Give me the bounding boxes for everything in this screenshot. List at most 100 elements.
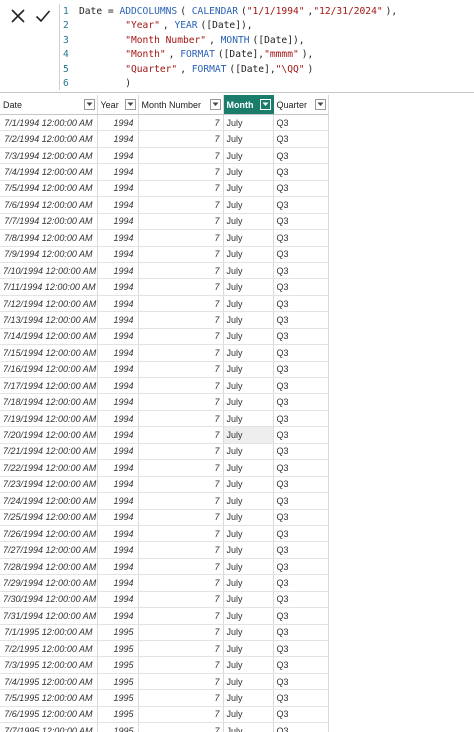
table-cell-year[interactable]: 1994 (97, 393, 139, 411)
table-cell-date[interactable]: 7/10/1994 12:00:00 AM (0, 262, 98, 280)
table-row[interactable]: 7/19/1994 12:00:00 AM 1994 7 July Q3 (0, 410, 329, 428)
table-cell-date[interactable]: 7/26/1994 12:00:00 AM (0, 525, 98, 543)
table-cell-mnum[interactable]: 7 (138, 262, 224, 280)
table-cell-qtr[interactable]: Q3 (273, 509, 329, 526)
table-cell-qtr[interactable]: Q3 (273, 591, 329, 609)
table-row[interactable]: 7/17/1994 12:00:00 AM 1994 7 July Q3 (0, 377, 329, 395)
table-cell-year[interactable]: 1995 (97, 689, 139, 707)
table-cell-year[interactable]: 1994 (97, 344, 139, 362)
table-cell-mnum[interactable]: 7 (138, 443, 224, 461)
table-cell-qtr[interactable]: Q3 (273, 541, 329, 559)
table-row[interactable]: 7/12/1994 12:00:00 AM 1994 7 July Q3 (0, 295, 329, 313)
table-cell-date[interactable]: 7/5/1995 12:00:00 AM (0, 689, 98, 707)
table-cell-date[interactable]: 7/7/1995 12:00:00 AM (0, 722, 98, 732)
table-row[interactable]: 7/16/1994 12:00:00 AM 1994 7 July Q3 (0, 361, 329, 379)
table-cell-mnum[interactable]: 7 (138, 640, 224, 658)
table-cell-year[interactable]: 1994 (97, 443, 139, 461)
table-cell-year[interactable]: 1994 (97, 262, 139, 280)
table-cell-month[interactable]: July (223, 262, 274, 280)
table-cell-qtr[interactable]: Q3 (273, 558, 329, 576)
table-cell-year[interactable]: 1994 (97, 114, 139, 132)
table-cell-year[interactable]: 1994 (97, 591, 139, 609)
table-row[interactable]: 7/5/1995 12:00:00 AM 1995 7 July Q3 (0, 689, 329, 707)
table-cell-qtr[interactable]: Q3 (273, 673, 329, 691)
table-row[interactable]: 7/26/1994 12:00:00 AM 1994 7 July Q3 (0, 525, 329, 543)
table-row[interactable]: 7/1/1995 12:00:00 AM 1995 7 July Q3 (0, 624, 329, 642)
filter-dropdown-icon[interactable] (209, 99, 221, 110)
table-cell-month[interactable]: July (223, 492, 274, 510)
table-cell-month[interactable]: July (223, 443, 274, 461)
table-cell-qtr[interactable]: Q3 (273, 295, 329, 313)
table-cell-mnum[interactable]: 7 (138, 591, 224, 609)
table-cell-qtr[interactable]: Q3 (273, 640, 329, 658)
table-cell-qtr[interactable]: Q3 (273, 114, 329, 132)
table-cell-month[interactable]: July (223, 624, 274, 642)
table-cell-month[interactable]: July (223, 476, 274, 494)
filter-dropdown-icon[interactable] (314, 99, 326, 110)
table-cell-mnum[interactable]: 7 (138, 673, 224, 691)
table-cell-year[interactable]: 1994 (97, 246, 139, 263)
table-cell-month[interactable]: July (223, 229, 274, 247)
table-cell-qtr[interactable]: Q3 (273, 624, 329, 642)
column-header-month-number[interactable]: Month Number (138, 95, 224, 115)
table-cell-date[interactable]: 7/3/1995 12:00:00 AM (0, 656, 98, 674)
table-cell-date[interactable]: 7/21/1994 12:00:00 AM (0, 443, 98, 461)
table-cell-month[interactable]: July (223, 706, 274, 724)
table-row[interactable]: 7/13/1994 12:00:00 AM 1994 7 July Q3 (0, 311, 329, 329)
table-row[interactable]: 7/9/1994 12:00:00 AM 1994 7 July Q3 (0, 246, 329, 263)
table-cell-mnum[interactable]: 7 (138, 147, 224, 165)
table-cell-month[interactable]: July (223, 130, 274, 148)
cancel-x-icon[interactable] (5, 3, 31, 29)
table-cell-qtr[interactable]: Q3 (273, 246, 329, 263)
table-cell-mnum[interactable]: 7 (138, 114, 224, 132)
table-cell-date[interactable]: 7/17/1994 12:00:00 AM (0, 377, 98, 395)
table-row[interactable]: 7/2/1995 12:00:00 AM 1995 7 July Q3 (0, 640, 329, 658)
table-cell-date[interactable]: 7/31/1994 12:00:00 AM (0, 607, 98, 625)
table-cell-mnum[interactable]: 7 (138, 393, 224, 411)
table-cell-month[interactable]: July (223, 673, 274, 691)
table-cell-mnum[interactable]: 7 (138, 295, 224, 313)
table-cell-mnum[interactable]: 7 (138, 558, 224, 576)
table-cell-month[interactable]: July (223, 656, 274, 674)
table-cell-mnum[interactable]: 7 (138, 344, 224, 362)
table-cell-month[interactable]: July (223, 163, 274, 181)
table-cell-month[interactable]: July (223, 213, 274, 231)
table-row[interactable]: 7/23/1994 12:00:00 AM 1994 7 July Q3 (0, 476, 329, 494)
table-cell-mnum[interactable]: 7 (138, 361, 224, 379)
table-cell-year[interactable]: 1994 (97, 311, 139, 329)
table-row[interactable]: 7/6/1994 12:00:00 AM 1994 7 July Q3 (0, 196, 329, 214)
table-cell-date[interactable]: 7/30/1994 12:00:00 AM (0, 591, 98, 609)
table-cell-date[interactable]: 7/9/1994 12:00:00 AM (0, 246, 98, 263)
table-row[interactable]: 7/30/1994 12:00:00 AM 1994 7 July Q3 (0, 591, 329, 609)
table-cell-year[interactable]: 1994 (97, 361, 139, 379)
table-cell-mnum[interactable]: 7 (138, 180, 224, 198)
table-cell-mnum[interactable]: 7 (138, 426, 224, 444)
table-cell-month[interactable]: July (223, 459, 274, 477)
table-cell-mnum[interactable]: 7 (138, 130, 224, 148)
table-row[interactable]: 7/6/1995 12:00:00 AM 1995 7 July Q3 (0, 706, 329, 724)
table-row[interactable]: 7/10/1994 12:00:00 AM 1994 7 July Q3 (0, 262, 329, 280)
table-cell-year[interactable]: 1994 (97, 476, 139, 494)
table-row[interactable]: 7/4/1994 12:00:00 AM 1994 7 July Q3 (0, 163, 329, 181)
table-cell-qtr[interactable]: Q3 (273, 443, 329, 461)
table-cell-mnum[interactable]: 7 (138, 196, 224, 214)
table-cell-year[interactable]: 1994 (97, 541, 139, 559)
table-cell-mnum[interactable]: 7 (138, 163, 224, 181)
table-cell-date[interactable]: 7/6/1995 12:00:00 AM (0, 706, 98, 724)
table-cell-date[interactable]: 7/4/1994 12:00:00 AM (0, 163, 98, 181)
table-cell-month[interactable]: July (223, 393, 274, 411)
table-cell-qtr[interactable]: Q3 (273, 344, 329, 362)
table-cell-qtr[interactable]: Q3 (273, 722, 329, 732)
table-cell-month[interactable]: July (223, 361, 274, 379)
column-header-quarter[interactable]: Quarter (273, 95, 329, 115)
column-header-month[interactable]: Month (223, 95, 274, 115)
table-cell-month[interactable]: July (223, 541, 274, 559)
filter-dropdown-icon[interactable] (124, 99, 136, 110)
table-cell-month[interactable]: July (223, 295, 274, 313)
table-cell-qtr[interactable]: Q3 (273, 426, 329, 444)
table-cell-year[interactable]: 1994 (97, 130, 139, 148)
table-cell-mnum[interactable]: 7 (138, 624, 224, 642)
table-cell-date[interactable]: 7/4/1995 12:00:00 AM (0, 673, 98, 691)
table-cell-month[interactable]: July (223, 607, 274, 625)
table-cell-date[interactable]: 7/11/1994 12:00:00 AM (0, 278, 98, 296)
